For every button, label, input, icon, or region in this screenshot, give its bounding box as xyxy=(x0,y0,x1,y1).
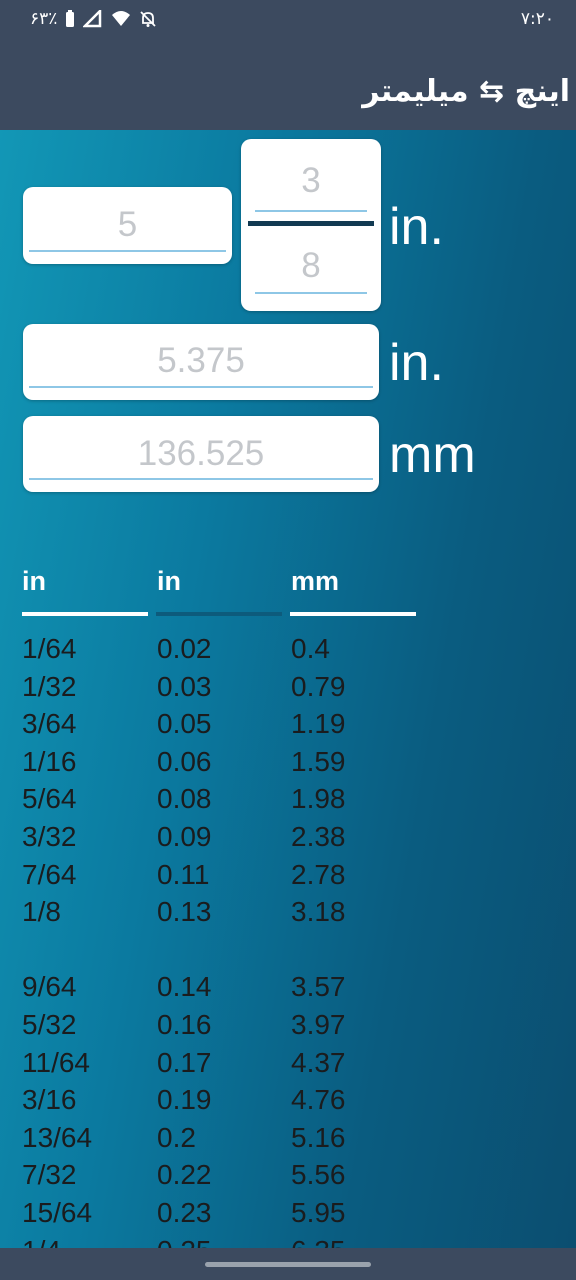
decimal-inch-field[interactable]: 5.375 xyxy=(23,324,379,400)
table-cell: 13/64 xyxy=(22,1121,93,1153)
table-cell: 0.02 xyxy=(157,633,212,664)
wifi-icon xyxy=(112,11,131,26)
millimeter-unit-label: mm xyxy=(389,426,476,484)
table-cell: 5.16 xyxy=(291,1121,346,1153)
table-cell: 4.76 xyxy=(291,1084,346,1116)
table-cell: 1/64 xyxy=(22,633,77,664)
battery-percent: ۶۳٪ xyxy=(30,9,58,29)
whole-number-field[interactable]: 5 xyxy=(23,187,232,264)
table-cell: 7/64 xyxy=(22,858,77,890)
decimal-inch-value: 5.375 xyxy=(157,341,245,380)
table-cell: 3.57 xyxy=(291,971,346,1003)
table-cell: 3.97 xyxy=(291,1008,346,1040)
table-cell: 5.56 xyxy=(291,1159,346,1191)
mm-column: 0.4 0.79 1.19 1.59 1.98 2.38 2.78 3.18 3… xyxy=(291,630,346,1248)
notifications-off-icon xyxy=(140,11,157,27)
status-icons: ۶۳٪ xyxy=(30,9,157,29)
numerator-underline xyxy=(255,210,367,212)
table-cell: 0.08 xyxy=(157,783,212,815)
page-title: اینچ ⇆ میلیمتر xyxy=(362,74,570,109)
table-cell: 1/8 xyxy=(22,896,61,928)
numerator-value: 3 xyxy=(301,161,321,200)
table-cell: 11/64 xyxy=(22,1046,90,1078)
denominator-value: 8 xyxy=(301,246,321,285)
table-cell: 3/32 xyxy=(22,820,77,852)
table-cell: 0.16 xyxy=(157,1008,212,1040)
table-cell: 0.2 xyxy=(157,1121,196,1153)
table-cell: 6.35 xyxy=(291,1232,346,1249)
battery-icon xyxy=(66,10,75,27)
table-cell: 1.19 xyxy=(291,708,346,740)
table-header-decimal-underline xyxy=(156,612,282,616)
table-cell: 0.4 xyxy=(291,633,330,664)
table-cell: 3/16 xyxy=(22,1084,77,1116)
table-cell: 0.19 xyxy=(157,1084,212,1116)
table-cell xyxy=(157,931,212,969)
table-cell: 0.14 xyxy=(157,971,212,1003)
denominator-field[interactable]: 8 xyxy=(241,226,381,311)
table-cell: 3/64 xyxy=(22,708,77,740)
table-cell: 15/64 xyxy=(22,1196,93,1228)
table-header-fraction-underline xyxy=(22,612,148,616)
navigation-bar xyxy=(0,1248,576,1280)
table-cell: 4.37 xyxy=(291,1046,346,1078)
table-cell: 0.23 xyxy=(157,1196,212,1228)
table-cell: 5.95 xyxy=(291,1196,346,1228)
millimeter-value: 136.525 xyxy=(137,434,265,473)
numerator-field[interactable]: 3 xyxy=(241,139,381,217)
table-cell: 1/4 xyxy=(22,1232,92,1249)
table-cell: 1.98 xyxy=(291,783,346,815)
table-header-mm[interactable]: mm xyxy=(291,566,339,597)
table-cell: 0.09 xyxy=(157,820,212,852)
fraction-column: 1/64 1/32 3/64 1/16 5/64 3/32 7/64 1/8 9… xyxy=(22,630,92,1248)
fraction-unit-label: in. xyxy=(389,198,444,256)
table-header-decimal[interactable]: in xyxy=(157,566,181,597)
signal-icon xyxy=(83,10,102,28)
table-cell: 9/64 xyxy=(22,971,77,1003)
table-cell: 5/32 xyxy=(22,1008,77,1040)
table-cell: 0.79 xyxy=(291,670,346,702)
table-cell: 0.03 xyxy=(157,670,212,702)
denominator-underline xyxy=(255,292,367,294)
status-bar: ۶۳٪ ۷:۲۰ xyxy=(0,0,576,40)
table-cell: 1.59 xyxy=(291,745,346,777)
table-cell: 2.38 xyxy=(291,820,346,852)
decimal-inch-underline xyxy=(29,386,373,388)
table-cell: 0.25 xyxy=(157,1232,212,1249)
converter-screen: 5 3 8 in. 5.375 in. 136.525 mm in in mm … xyxy=(0,130,576,1248)
gesture-handle[interactable] xyxy=(205,1262,371,1267)
table-cell: 5/64 xyxy=(22,783,77,815)
table-cell: 1/16 xyxy=(22,745,77,777)
table-cell: 0.05 xyxy=(157,708,212,740)
decimal-unit-label: in. xyxy=(389,334,444,392)
table-cell: 3.18 xyxy=(291,896,346,928)
millimeter-field[interactable]: 136.525 xyxy=(23,416,379,492)
table-cell xyxy=(291,931,346,969)
table-cell: 0.17 xyxy=(157,1046,212,1078)
table-cell: 0.11 xyxy=(157,858,210,890)
table-cell: 0.22 xyxy=(157,1159,212,1191)
table-cell: 2.78 xyxy=(291,858,346,890)
table-cell: 0.06 xyxy=(157,745,212,777)
table-header-fraction[interactable]: in xyxy=(22,566,46,597)
status-time: ۷:۲۰ xyxy=(520,9,554,29)
app-bar: اینچ ⇆ میلیمتر xyxy=(0,40,576,130)
table-header-mm-underline xyxy=(290,612,416,616)
table-cell: 0.13 xyxy=(157,896,212,928)
whole-number-underline xyxy=(29,250,226,252)
whole-number-value: 5 xyxy=(117,205,138,244)
table-cell xyxy=(22,931,92,969)
millimeter-underline xyxy=(29,478,373,480)
decimal-column: 0.02 0.03 0.05 0.06 0.08 0.09 0.11 0.13 … xyxy=(157,630,212,1248)
table-cell: 7/32 xyxy=(22,1159,77,1191)
table-cell: 1/32 xyxy=(22,670,77,702)
